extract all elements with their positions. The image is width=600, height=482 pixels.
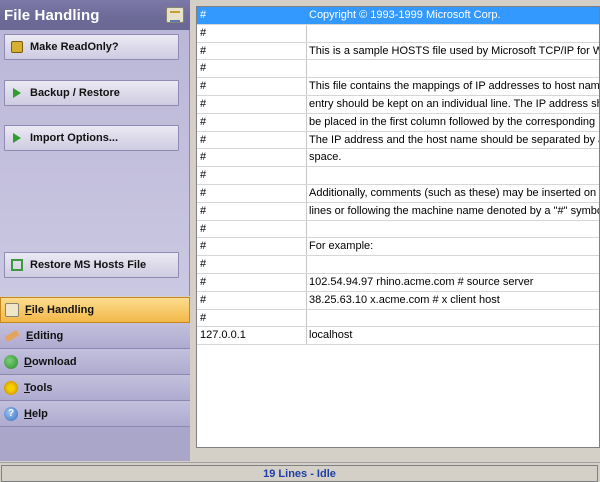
table-row[interactable]: # entry should be kept on an individual l… [197, 95, 599, 114]
table-row[interactable]: # This is a sample HOSTS file used by Mic… [197, 42, 599, 61]
status-bar: 19 Lines - Idle [0, 462, 600, 482]
ip-cell[interactable]: # [197, 95, 307, 113]
host-cell[interactable]: This file contains the mappings of IP ad… [307, 78, 599, 95]
nav-help[interactable]: ? Help [0, 401, 190, 427]
hosts-file-grid[interactable]: # Copyright © 1993-1999 Microsoft Corp. # #… [196, 6, 600, 448]
ip-cell[interactable]: # [197, 149, 307, 167]
tools-icon [4, 380, 18, 395]
ip-cell[interactable]: # [197, 184, 307, 202]
left-panel: File Handling Make ReadOnly? Backup / Re… [0, 0, 190, 461]
host-cell[interactable]: space. [307, 149, 599, 166]
host-cell[interactable]: entry should be kept on an individual li… [307, 96, 599, 113]
table-row[interactable]: # [197, 256, 599, 274]
host-cell[interactable]: For example: [307, 238, 599, 255]
arrow-right-icon [13, 88, 21, 98]
restore-ms-hosts-label: Restore MS Hosts File [30, 259, 147, 271]
make-readonly-button[interactable]: Make ReadOnly? [4, 34, 179, 60]
panel-title: File Handling [4, 6, 100, 24]
table-row[interactable]: # The IP address and the host name should… [197, 131, 599, 150]
table-row[interactable]: # For example: [197, 238, 599, 257]
status-text: 19 Lines - Idle [1, 465, 598, 482]
table-row[interactable]: # [197, 24, 599, 43]
ip-cell[interactable]: # [197, 113, 307, 131]
help-icon: ? [4, 406, 18, 421]
host-cell[interactable]: Additionally, comments (such as these) m… [307, 185, 599, 202]
host-cell[interactable]: The IP address and the host name should … [307, 132, 599, 149]
nav-file-handling[interactable]: File Handling [0, 297, 190, 323]
backup-restore-button[interactable]: Backup / Restore [4, 80, 179, 106]
import-options-label: Import Options... [30, 132, 118, 144]
nav-editing[interactable]: Editing [0, 323, 190, 349]
navigation-bar: File Handling Editing Download Tools ? H… [0, 297, 190, 461]
ip-cell[interactable]: # [197, 238, 307, 256]
table-row[interactable]: # [197, 167, 599, 185]
ip-cell[interactable]: # [197, 60, 307, 78]
ip-cell[interactable]: # [197, 42, 307, 60]
table-row[interactable]: # Copyright © 1993-1999 Microsoft Corp. [197, 7, 599, 25]
table-row[interactable]: 127.0.0.1 localhost [197, 327, 599, 346]
ip-cell[interactable]: # [197, 273, 307, 291]
ip-cell[interactable]: # [197, 7, 307, 24]
nav-file-handling-label: File Handling [25, 304, 95, 316]
nav-tools-label: Tools [24, 381, 53, 394]
table-row[interactable]: # Additionally, comments (such as these) … [197, 184, 599, 203]
host-cell[interactable]: be placed in the first column followed b… [307, 114, 599, 131]
nav-editing-label: Editing [26, 329, 64, 342]
host-cell[interactable]: Copyright © 1993-1999 Microsoft Corp. [307, 7, 599, 24]
ip-cell[interactable]: # [197, 24, 307, 42]
backup-restore-label: Backup / Restore [30, 87, 120, 99]
host-cell[interactable] [307, 221, 599, 238]
task-panel: File Handling Make ReadOnly? Backup / Re… [0, 0, 190, 296]
ip-cell[interactable]: 127.0.0.1 [197, 327, 307, 345]
table-row[interactable]: # [197, 60, 599, 79]
table-row[interactable]: # This file contains the mappings of IP a… [197, 78, 599, 96]
table-row[interactable]: # lines or following the machine name den… [197, 202, 599, 221]
table-row[interactable]: #102.54.94.97 rhino.acme.com # source se… [197, 273, 599, 292]
restore-icon [11, 259, 23, 271]
table-row[interactable]: # [197, 309, 599, 328]
host-cell[interactable]: 102.54.94.97 rhino.acme.com # source ser… [307, 274, 599, 291]
host-cell[interactable]: lines or following the machine name deno… [307, 203, 599, 220]
table-row[interactable]: # be placed in the first column followed … [197, 113, 599, 132]
ip-cell[interactable]: # [197, 291, 307, 309]
restore-ms-hosts-button[interactable]: Restore MS Hosts File [4, 252, 179, 278]
host-cell[interactable] [307, 25, 599, 42]
ip-cell[interactable]: # [197, 220, 307, 238]
table-row[interactable]: #38.25.63.10 x.acme.com # x client host [197, 291, 599, 310]
host-cell[interactable]: This is a sample HOSTS file used by Micr… [307, 43, 599, 60]
file-icon [5, 303, 19, 317]
host-cell[interactable]: localhost [307, 327, 599, 344]
host-cell[interactable] [307, 167, 599, 184]
nav-help-label: Help [24, 407, 48, 420]
host-cell[interactable] [307, 310, 599, 327]
arrow-right-icon [13, 133, 21, 143]
ip-cell[interactable]: # [197, 256, 307, 273]
file-handling-icon [166, 7, 184, 23]
make-readonly-label: Make ReadOnly? [30, 41, 119, 53]
nav-download[interactable]: Download [0, 349, 190, 375]
nav-download-label: Download [24, 355, 77, 368]
host-cell[interactable]: 38.25.63.10 x.acme.com # x client host [307, 292, 599, 309]
nav-tools[interactable]: Tools [0, 375, 190, 401]
ip-cell[interactable]: # [197, 309, 307, 327]
ip-cell[interactable]: # [197, 167, 307, 184]
lock-icon [11, 41, 23, 53]
import-options-button[interactable]: Import Options... [4, 125, 179, 151]
download-icon [4, 354, 18, 369]
table-row[interactable]: # space. [197, 149, 599, 168]
panel-header: File Handling [0, 0, 190, 30]
ip-cell[interactable]: # [197, 131, 307, 149]
host-cell[interactable] [307, 256, 599, 273]
pencil-icon [4, 329, 20, 342]
ip-cell[interactable]: # [197, 202, 307, 220]
table-row[interactable]: # [197, 220, 599, 239]
ip-cell[interactable]: # [197, 78, 307, 95]
host-cell[interactable] [307, 60, 599, 77]
